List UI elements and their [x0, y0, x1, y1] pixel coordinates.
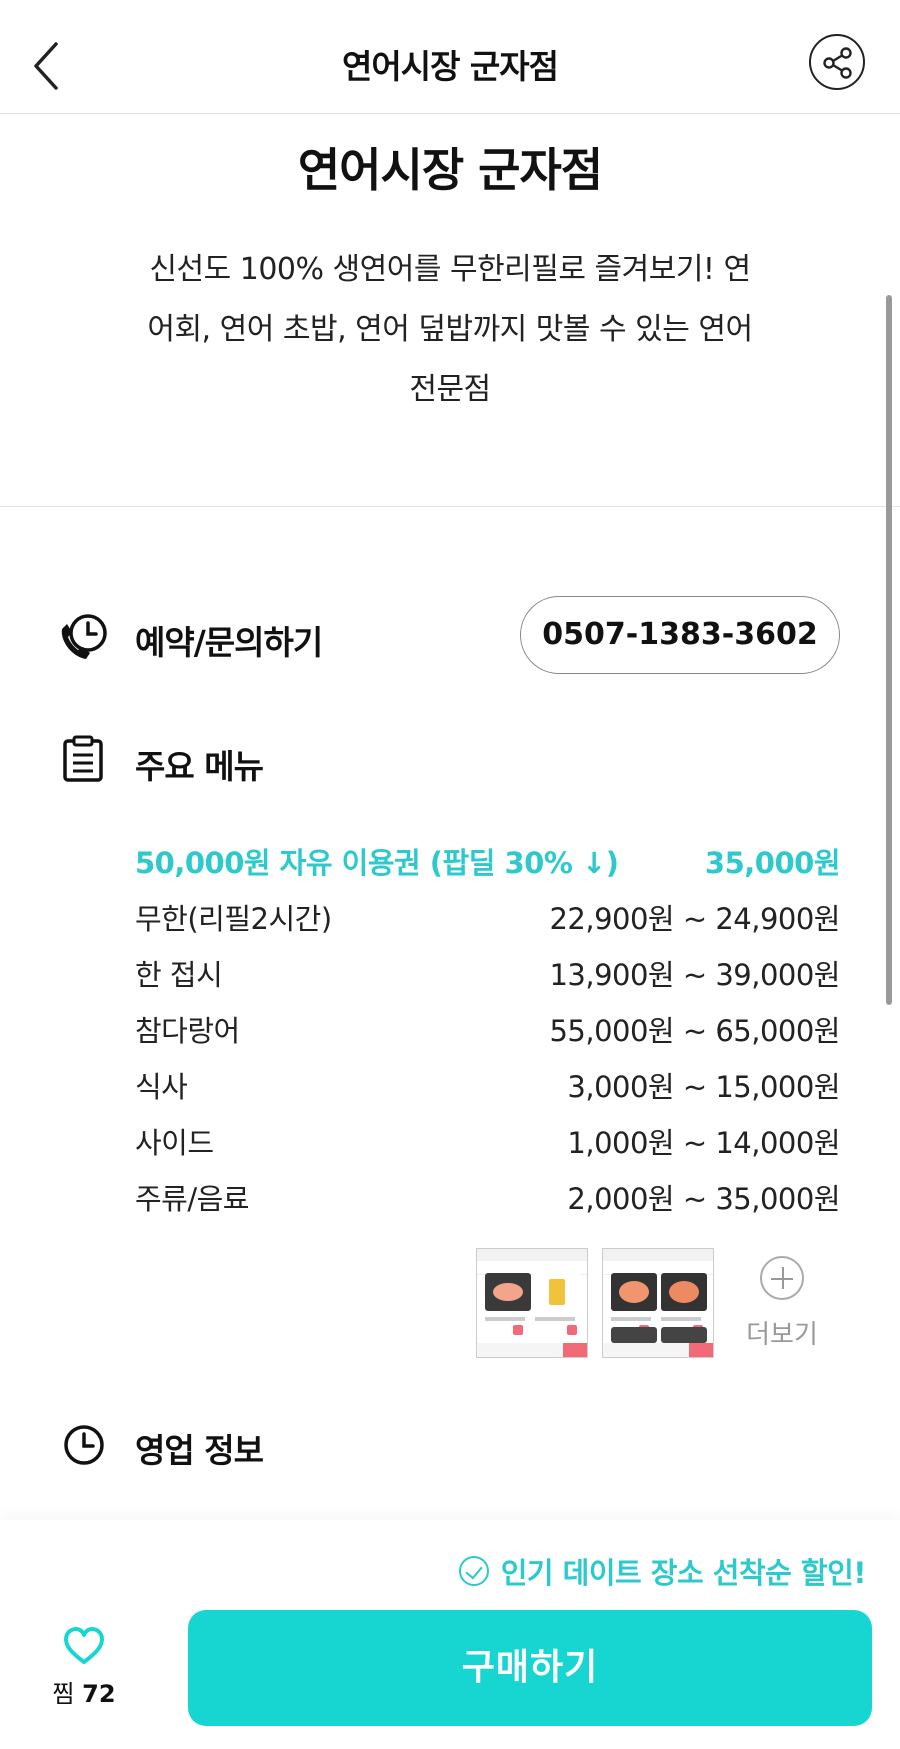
- scrollbar[interactable]: [886, 295, 892, 1005]
- promo-text: 인기 데이트 장소 선착순 할인!: [500, 1556, 867, 1590]
- hours-section-title: 영업 정보: [135, 1431, 264, 1470]
- promo-banner: 인기 데이트 장소 선착순 할인!: [458, 1550, 867, 1592]
- top-bar: 연어시장 군자점: [0, 0, 900, 114]
- menu-thumbnail[interactable]: [476, 1248, 588, 1358]
- menu-item: 사이드 1,000원 ~ 14,000원: [135, 1115, 840, 1171]
- menu-item-name: 한 접시: [135, 958, 223, 992]
- menu-item-name: 무한(리필2시간): [135, 902, 332, 936]
- more-label: 더보기: [746, 1320, 818, 1350]
- menu-item: 참다랑어 55,000원 ~ 65,000원: [135, 1003, 840, 1059]
- menu-board-icon: [62, 735, 104, 787]
- menu-item-name: 주류/음료: [135, 1182, 250, 1216]
- reservation-label: 예약/문의하기: [135, 623, 323, 662]
- phone-clock-icon: [58, 611, 110, 667]
- menu-item-name: 참다랑어: [135, 1014, 240, 1048]
- menu-item-price: 13,900원 ~ 39,000원: [549, 958, 840, 992]
- menu-item-price: 2,000원 ~ 35,000원: [567, 1182, 840, 1216]
- menu-item-price: 35,000원: [704, 846, 841, 880]
- menu-item-price: 3,000원 ~ 15,000원: [567, 1070, 840, 1104]
- more-menu-button[interactable]: 더보기: [742, 1256, 822, 1356]
- heart-icon: [64, 1627, 104, 1664]
- menu-item-price: 1,000원 ~ 14,000원: [567, 1126, 840, 1160]
- like-label: 찜: [52, 1680, 75, 1708]
- menu-item: 주류/음료 2,000원 ~ 35,000원: [135, 1171, 840, 1227]
- like-button[interactable]: 찜 72: [40, 1626, 128, 1709]
- bottom-action-bar: 인기 데이트 장소 선착순 할인! 찜 72 구매하기: [0, 1520, 900, 1749]
- share-icon[interactable]: [809, 34, 865, 90]
- phone-number-button[interactable]: 0507-1383-3602: [520, 596, 840, 674]
- place-name: 연어시장 군자점: [297, 143, 603, 197]
- description-line: 어회, 연어 초밥, 연어 덮밥까지 맛볼 수 있는 연어: [147, 312, 753, 347]
- menu-list: 50,000원 자유 이용권 (팝딜 30% ↓) 35,000원 무한(리필2…: [135, 835, 841, 1227]
- menu-item[interactable]: 50,000원 자유 이용권 (팝딜 30% ↓) 35,000원: [135, 835, 841, 891]
- buy-button[interactable]: 구매하기: [188, 1610, 872, 1726]
- menu-thumbnail[interactable]: [602, 1248, 714, 1358]
- menu-item-price: 22,900원 ~ 24,900원: [549, 902, 840, 936]
- menu-item-name: 사이드: [135, 1126, 214, 1160]
- menu-item: 식사 3,000원 ~ 15,000원: [135, 1059, 840, 1115]
- menu-item-price: 55,000원 ~ 65,000원: [549, 1014, 840, 1048]
- menu-item: 한 접시 13,900원 ~ 39,000원: [135, 947, 840, 1003]
- clock-icon: [62, 1423, 106, 1471]
- like-count-value: 72: [82, 1680, 116, 1708]
- plus-icon: [760, 1256, 804, 1300]
- page-title: 연어시장 군자점: [341, 47, 559, 86]
- menu-item-name: 식사: [135, 1070, 188, 1104]
- like-count: 찜 72: [40, 1674, 128, 1709]
- menu-section-title: 주요 메뉴: [135, 747, 264, 786]
- description-line: 전문점: [409, 372, 491, 407]
- menu-item-name: 50,000원 자유 이용권 (팝딜 30% ↓): [135, 846, 619, 880]
- section-divider: [0, 506, 900, 507]
- place-description: 신선도 100% 생연어를 무한리필로 즐겨보기! 연 어회, 연어 초밥, 연…: [110, 240, 790, 420]
- description-line: 신선도 100% 생연어를 무한리필로 즐겨보기! 연: [149, 252, 751, 287]
- check-circle-icon: [458, 1556, 489, 1586]
- menu-item: 무한(리필2시간) 22,900원 ~ 24,900원: [135, 891, 840, 947]
